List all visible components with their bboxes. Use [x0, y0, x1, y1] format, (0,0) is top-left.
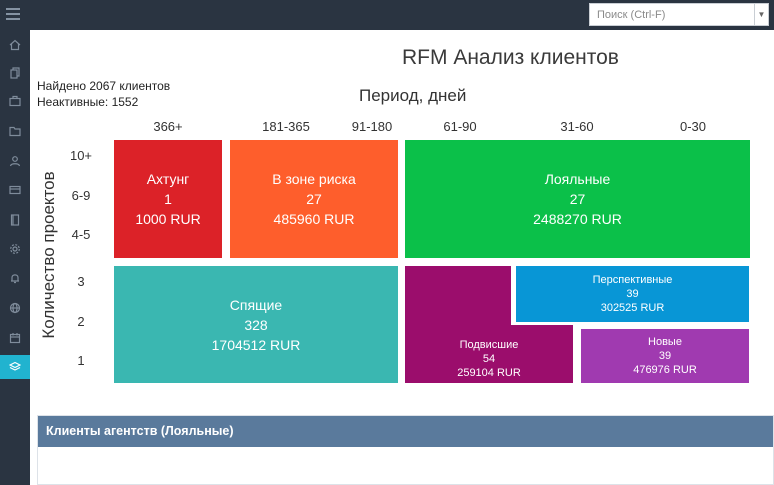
- column-label: 366+: [153, 119, 183, 134]
- segment-new[interactable]: Новые 39 476976 RUR: [581, 329, 749, 383]
- layers-icon[interactable]: [0, 355, 36, 379]
- home-icon[interactable]: [0, 33, 30, 57]
- segment-amount: 476976 RUR: [633, 364, 697, 376]
- segment-achtung[interactable]: Ахтунг 1 1000 RUR: [114, 140, 222, 258]
- segment-count: 1: [164, 191, 172, 207]
- row-label: 4-5: [71, 227, 91, 242]
- row-label: 3: [77, 274, 85, 289]
- column-label: 61-90: [443, 119, 477, 134]
- column-label: 0-30: [679, 119, 707, 134]
- segment-loyal[interactable]: Лояльные 27 2488270 RUR: [405, 140, 750, 258]
- users-icon[interactable]: [0, 149, 30, 173]
- segment-amount: 259104 RUR: [457, 367, 521, 379]
- segment-count: 39: [626, 288, 639, 300]
- settings-icon[interactable]: [0, 237, 30, 261]
- segment-name: Ахтунг: [146, 171, 190, 187]
- segment-count: 27: [306, 191, 322, 207]
- segment-name: Новые: [648, 336, 682, 348]
- documents-icon[interactable]: [0, 61, 30, 85]
- globe-icon[interactable]: [0, 296, 30, 320]
- clients-panel: Клиенты агентств (Лояльные): [37, 415, 774, 485]
- column-label: 181-365: [262, 119, 310, 134]
- row-label: 10+: [69, 148, 93, 163]
- calendar-icon[interactable]: [0, 326, 30, 350]
- page-title: RFM Анализ клиентов: [402, 46, 619, 69]
- folder-icon[interactable]: [0, 119, 30, 143]
- segment-at-risk[interactable]: В зоне риска 27 485960 RUR: [230, 140, 398, 258]
- panel-title: Клиенты агентств (Лояльные): [38, 416, 773, 447]
- sidebar: [0, 30, 36, 485]
- segment-name: Спящие: [229, 296, 283, 313]
- found-count: Найдено 2067 клиентов: [37, 79, 171, 93]
- segment-count: 39: [658, 350, 672, 362]
- segment-name: Перспективные: [592, 274, 673, 286]
- segment-amount: 302525 RUR: [600, 302, 665, 314]
- segment-amount: 2488270 RUR: [533, 211, 622, 227]
- segment-name: В зоне риска: [272, 171, 356, 187]
- column-label: 31-60: [560, 119, 594, 134]
- y-axis-title: Количество проектов: [39, 171, 58, 339]
- row-label: 2: [77, 314, 85, 329]
- bell-icon[interactable]: [0, 266, 30, 290]
- segment-count: 328: [244, 316, 268, 333]
- segment-count: 54: [482, 353, 496, 365]
- column-label: 91-180: [351, 119, 393, 134]
- segment-amount: 1000 RUR: [135, 211, 201, 227]
- inactive-count: Неактивные: 1552: [37, 95, 139, 109]
- segment-name: Лояльные: [544, 171, 611, 187]
- segment-prospective[interactable]: Перспективные 39 302525 RUR: [516, 266, 749, 322]
- segment-count: 27: [569, 191, 586, 207]
- segment-name: Подвисшие: [459, 339, 519, 351]
- top-bar: ▼: [0, 0, 774, 30]
- card-icon[interactable]: [0, 178, 30, 202]
- menu-icon[interactable]: [6, 8, 20, 20]
- segment-sleeping[interactable]: Спящие 328 1704512 RUR: [114, 266, 398, 383]
- search-input[interactable]: [590, 4, 750, 25]
- search-box[interactable]: ▼: [589, 3, 769, 26]
- book-icon[interactable]: [0, 208, 30, 232]
- segment-amount: 1704512 RUR: [211, 336, 301, 353]
- x-axis-title: Период, дней: [359, 86, 467, 105]
- briefcase-icon[interactable]: [0, 89, 30, 113]
- row-label: 1: [77, 353, 85, 368]
- row-label: 6-9: [71, 188, 91, 203]
- search-dropdown-icon[interactable]: ▼: [754, 4, 768, 25]
- segment-amount: 485960 RUR: [273, 211, 355, 227]
